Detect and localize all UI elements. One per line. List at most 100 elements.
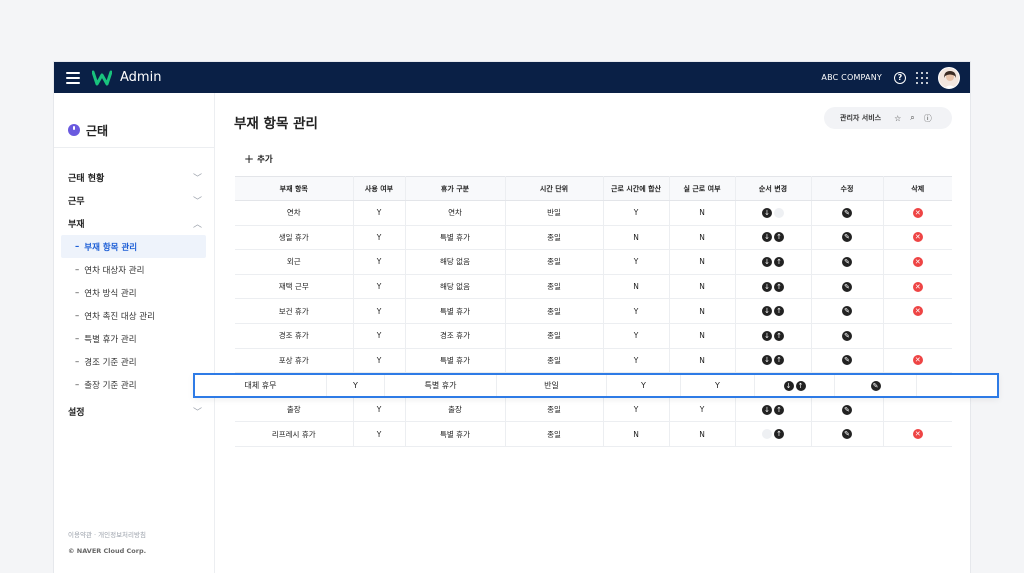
cell-sum: Y [603, 249, 670, 275]
drag-cell-name: 대체 휴무 [195, 375, 327, 396]
column-header: 삭제 [883, 176, 952, 201]
sidebar-item-special-leave[interactable]: – 특별 휴가 관리 [61, 327, 206, 350]
cell-real: N [669, 249, 736, 275]
arrow-down-icon[interactable]: ↓ [762, 306, 772, 317]
pencil-icon[interactable]: ✎ [842, 429, 852, 440]
arrow-up-icon[interactable]: ↑ [774, 256, 784, 267]
main-content: 부재 항목 관리 관리자 서비스 ☆ ⌕ ⓘ + 추가 부재 항목 사용 여부 … [216, 93, 970, 573]
info-icon[interactable]: ⓘ [924, 113, 932, 124]
chevron-up-icon: ︿ [192, 220, 202, 230]
table-row[interactable]: 출장 Y 출장 종일 Y Y ↓ ↑ ✎ [235, 397, 952, 423]
table-row[interactable]: 리프레시 휴가 Y 특별 휴가 종일 N N ↓ ↑ ✎ ✕ [235, 421, 952, 447]
cell-type: 특별 휴가 [405, 298, 506, 324]
table-row[interactable]: 포상 휴가 Y 특별 휴가 종일 Y N ↓ ↑ ✎ ✕ [235, 348, 952, 374]
arrow-down-icon[interactable]: ↓ [762, 232, 772, 243]
arrow-up-icon[interactable]: ↑ [774, 330, 784, 341]
cell-unit: 종일 [505, 249, 604, 275]
arrow-down-icon[interactable]: ↓ [762, 404, 772, 415]
sidebar-item-leave-promotion[interactable]: – 연차 촉진 대상 관리 [61, 304, 206, 327]
delete-icon[interactable]: ✕ [912, 256, 923, 267]
sidebar-item-condolence[interactable]: – 경조 기준 관리 [61, 350, 206, 373]
cell-delete: ✕ [883, 274, 952, 300]
sidebar-item-business-trip[interactable]: – 출장 기준 관리 [61, 373, 206, 396]
chevron-down-icon: ﹀ [192, 408, 202, 418]
cell-unit: 종일 [505, 421, 604, 447]
chevron-down-icon: ﹀ [192, 197, 202, 207]
cell-sum: Y [603, 348, 670, 374]
cell-delete: ✕ [883, 225, 952, 251]
cell-real: N [669, 348, 736, 374]
arrow-down-icon[interactable]: ↓ [762, 355, 772, 366]
arrow-down-icon[interactable]: ↓ [762, 281, 772, 292]
grid-icon[interactable] [916, 71, 928, 84]
arrow-up-icon[interactable]: ↑ [795, 380, 806, 391]
pencil-icon[interactable]: ✎ [842, 207, 852, 218]
admin-service-link[interactable]: 관리자 서비스 [840, 113, 881, 123]
arrow-down-icon[interactable]: ↓ [783, 380, 794, 391]
company-name[interactable]: ABC COMPANY [821, 73, 882, 82]
delete-icon[interactable]: ✕ [912, 232, 923, 243]
table-row[interactable]: 생일 휴가 Y 특별 휴가 종일 N N ↓ ↑ ✎ ✕ [235, 225, 952, 251]
sidebar-item-absence-items[interactable]: – 부재 항목 관리 [61, 235, 206, 258]
pencil-icon[interactable]: ✎ [842, 281, 852, 292]
privacy-link[interactable]: 개인정보처리방침 [98, 531, 146, 539]
cell-sum: Y [603, 200, 670, 226]
pencil-icon[interactable]: ✎ [842, 355, 852, 366]
add-button[interactable]: + 추가 [244, 152, 273, 166]
arrow-up-icon[interactable]: ↑ [774, 404, 784, 415]
search-icon[interactable]: ⌕ [910, 113, 914, 123]
drag-cell-delete [917, 375, 997, 396]
cell-sum: Y [603, 298, 670, 324]
sidebar-group-absence[interactable]: 부재 ︿ [54, 212, 214, 235]
sidebar-group-work[interactable]: 근무 ﹀ [54, 189, 214, 212]
sidebar-footer: 이용약관 · 개인정보처리방침 © NAVER Cloud Corp. [68, 527, 146, 559]
delete-icon[interactable]: ✕ [912, 207, 923, 218]
page-title: 부재 항목 관리 [234, 116, 318, 132]
column-header: 사용 여부 [353, 176, 406, 201]
cell-order: ↓ ↑ [735, 225, 812, 251]
sidebar-group-attendance[interactable]: 근태 현황 ﹀ [54, 166, 214, 189]
pencil-icon[interactable]: ✎ [842, 256, 852, 267]
table-row[interactable]: 보건 휴가 Y 특별 휴가 종일 Y N ↓ ↑ ✎ ✕ [235, 298, 952, 324]
arrow-down-icon[interactable]: ↓ [762, 207, 772, 218]
pencil-icon[interactable]: ✎ [870, 380, 881, 391]
table-header-row: 부재 항목 사용 여부 휴가 구분 시간 단위 근로 시간에 합산 실 근로 여… [235, 176, 952, 201]
arrow-up-icon[interactable]: ↑ [774, 306, 784, 317]
pencil-icon[interactable]: ✎ [842, 306, 852, 317]
table-row[interactable]: 연차 Y 연차 반일 Y N ↓ ↑ ✎ ✕ [235, 200, 952, 226]
arrow-up-icon[interactable]: ↑ [774, 232, 784, 243]
cell-type: 해당 없음 [405, 249, 506, 275]
delete-icon[interactable]: ✕ [912, 355, 923, 366]
cell-edit: ✎ [811, 421, 884, 447]
arrow-down-icon[interactable]: ↓ [762, 256, 772, 267]
avatar[interactable] [938, 66, 960, 89]
arrow-up-icon[interactable]: ↑ [774, 429, 784, 440]
sidebar-item-leave-targets[interactable]: – 연차 대상자 관리 [61, 258, 206, 281]
pencil-icon[interactable]: ✎ [842, 404, 852, 415]
cell-edit: ✎ [811, 348, 884, 374]
sidebar-group-settings[interactable]: 설정 ﹀ [54, 400, 214, 423]
cell-order: ↓ ↑ [735, 397, 812, 423]
delete-icon[interactable]: ✕ [912, 281, 923, 292]
hamburger-icon[interactable] [66, 71, 80, 84]
star-icon[interactable]: ☆ [894, 114, 901, 123]
cell-unit: 종일 [505, 348, 604, 374]
table-row[interactable]: 재택 근무 Y 해당 없음 종일 N N ↓ ↑ ✎ ✕ [235, 274, 952, 300]
dragging-row[interactable]: 대체 휴무 Y 특별 휴가 반일 Y Y ↓ ↑ ✎ [193, 373, 999, 398]
arrow-up-icon[interactable]: ↑ [774, 281, 784, 292]
terms-link[interactable]: 이용약관 [68, 531, 92, 539]
sidebar-item-leave-method[interactable]: – 연차 방식 관리 [61, 281, 206, 304]
cell-real: N [669, 274, 736, 300]
table-row[interactable]: 경조 휴가 Y 경조 휴가 종일 Y N ↓ ↑ ✎ [235, 323, 952, 349]
top-bar: Admin ABC COMPANY ? [54, 62, 970, 93]
delete-icon[interactable]: ✕ [912, 306, 923, 317]
pencil-icon[interactable]: ✎ [842, 330, 852, 341]
arrow-down-icon[interactable]: ↓ [762, 330, 772, 341]
question-icon[interactable]: ? [894, 71, 906, 84]
table-row[interactable]: 외근 Y 해당 없음 종일 Y N ↓ ↑ ✎ ✕ [235, 249, 952, 275]
absence-items-table: 부재 항목 사용 여부 휴가 구분 시간 단위 근로 시간에 합산 실 근로 여… [235, 176, 952, 447]
delete-icon[interactable]: ✕ [912, 429, 923, 440]
cell-name: 리프레시 휴가 [235, 421, 354, 447]
pencil-icon[interactable]: ✎ [842, 232, 852, 243]
arrow-up-icon[interactable]: ↑ [774, 355, 784, 366]
